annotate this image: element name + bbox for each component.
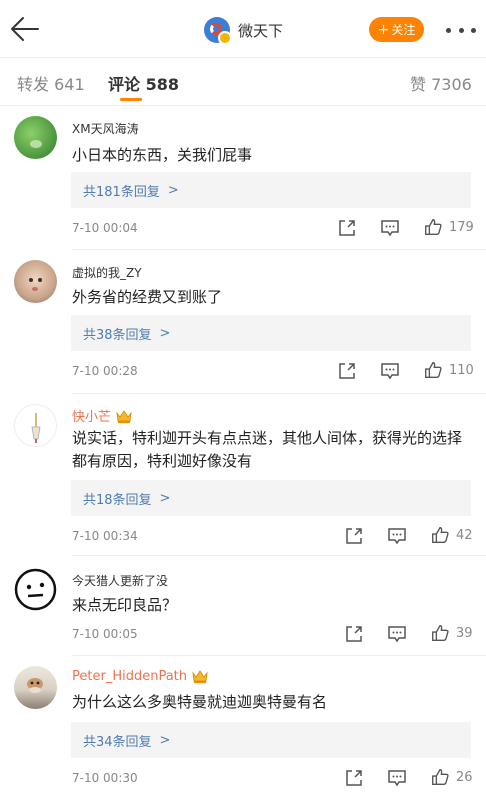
- username-text: 快小芒: [72, 410, 112, 425]
- comment-item: XM天风海涛 小日本的东西，关我们屁事 共181条回复 > 7-10 00:04 …: [0, 106, 486, 250]
- like-count: 179: [449, 219, 474, 235]
- timestamp: 7-10 00:30: [72, 771, 138, 785]
- account-title[interactable]: 微天下: [204, 16, 284, 45]
- comment-item: 虚拟的我_ZY 外务省的经费又到账了 共38条回复 > 7-10 00:28 11…: [0, 250, 486, 394]
- avatar[interactable]: [14, 568, 57, 611]
- chevron-right-icon: >: [159, 325, 171, 341]
- tab-reposts[interactable]: 转发 641: [17, 71, 85, 95]
- share-icon[interactable]: [343, 623, 365, 645]
- account-name: 微天下: [238, 21, 284, 40]
- replies-count: 共34条回复: [83, 734, 152, 750]
- tab-likes[interactable]: 赞 7306: [410, 71, 472, 95]
- top-bar: 微天下 + 关注: [0, 0, 486, 58]
- username[interactable]: 虚拟的我_ZY: [72, 264, 142, 281]
- like-button[interactable]: 26: [430, 767, 473, 787]
- comment-item: 快小芒 说实话，特利迦开头有点点迷，其他人间体，获得光的选择都有原因，特利迦好像…: [0, 394, 486, 556]
- comment-text: 外务省的经费又到账了: [72, 288, 223, 306]
- share-icon[interactable]: [336, 217, 358, 239]
- active-tab-indicator: [120, 98, 142, 101]
- avatar[interactable]: [14, 404, 57, 447]
- share-icon[interactable]: [343, 525, 365, 547]
- comment-text: 来点无印良品？: [72, 596, 178, 614]
- thumbs-up-icon: [425, 362, 442, 378]
- thumbs-up-icon: [432, 625, 449, 641]
- like-button[interactable]: 39: [430, 623, 473, 643]
- like-button[interactable]: 42: [430, 525, 473, 545]
- comment-item: 今天猎人更新了没 来点无印良品？ 7-10 00:05 39: [0, 556, 486, 656]
- comment-icon[interactable]: [386, 525, 408, 547]
- account-avatar-icon: [204, 17, 232, 45]
- replies-link[interactable]: 共181条回复 >: [71, 172, 471, 208]
- follow-button[interactable]: + 关注: [369, 17, 424, 42]
- like-count: 39: [456, 625, 473, 641]
- username[interactable]: XM天风海涛: [72, 120, 139, 137]
- thumbs-up-icon: [432, 769, 449, 785]
- username-text: Peter_HiddenPath: [72, 668, 188, 684]
- back-arrow-icon[interactable]: [8, 12, 42, 46]
- replies-link[interactable]: 共38条回复 >: [71, 315, 471, 351]
- replies-count: 共181条回复: [83, 184, 160, 200]
- tab-comments[interactable]: 评论 588: [108, 71, 179, 95]
- share-icon[interactable]: [343, 767, 365, 789]
- tab-bar: 转发 641 评论 588 赞 7306: [0, 58, 486, 106]
- timestamp: 7-10 00:05: [72, 627, 138, 641]
- like-count: 110: [449, 362, 474, 378]
- chevron-right-icon: >: [159, 732, 171, 748]
- comment-icon[interactable]: [379, 217, 401, 239]
- vip-crown-icon: [116, 409, 132, 423]
- like-button[interactable]: 110: [423, 360, 474, 380]
- like-count: 26: [456, 769, 473, 785]
- comment-icon[interactable]: [386, 623, 408, 645]
- comment-text: 为什么这么多奥特曼就迪迦奥特曼有名: [72, 693, 328, 711]
- comment-icon[interactable]: [386, 767, 408, 789]
- more-icon[interactable]: [446, 20, 476, 40]
- replies-count: 共18条回复: [83, 492, 152, 508]
- comment-text: 小日本的东西，关我们屁事: [72, 146, 253, 164]
- avatar[interactable]: [14, 666, 57, 709]
- username[interactable]: Peter_HiddenPath: [72, 668, 209, 684]
- comment-icon[interactable]: [379, 360, 401, 382]
- replies-count: 共38条回复: [83, 327, 152, 343]
- replies-link[interactable]: 共34条回复 >: [71, 722, 471, 758]
- replies-link[interactable]: 共18条回复 >: [71, 480, 471, 516]
- plus-icon: +: [377, 21, 390, 38]
- comment-item: Peter_HiddenPath 为什么这么多奥特曼就迪迦奥特曼有名 共34条回…: [0, 656, 486, 800]
- follow-label: 关注: [391, 23, 416, 37]
- timestamp: 7-10 00:04: [72, 221, 138, 235]
- avatar[interactable]: [14, 260, 57, 303]
- timestamp: 7-10 00:28: [72, 364, 138, 378]
- avatar[interactable]: [14, 116, 57, 159]
- comment-text: 说实话，特利迦开头有点点迷，其他人间体，获得光的选择都有原因，特利迦好像没有: [72, 429, 463, 470]
- chevron-right-icon: >: [159, 490, 171, 506]
- like-count: 42: [456, 527, 473, 543]
- thumbs-up-icon: [432, 527, 449, 543]
- username[interactable]: 今天猎人更新了没: [72, 572, 168, 589]
- chevron-right-icon: >: [167, 182, 179, 198]
- timestamp: 7-10 00:34: [72, 529, 138, 543]
- vip-crown-icon: [192, 670, 208, 683]
- like-button[interactable]: 179: [423, 217, 474, 237]
- username[interactable]: 快小芒: [72, 406, 133, 425]
- thumbs-up-icon: [425, 219, 442, 235]
- share-icon[interactable]: [336, 360, 358, 382]
